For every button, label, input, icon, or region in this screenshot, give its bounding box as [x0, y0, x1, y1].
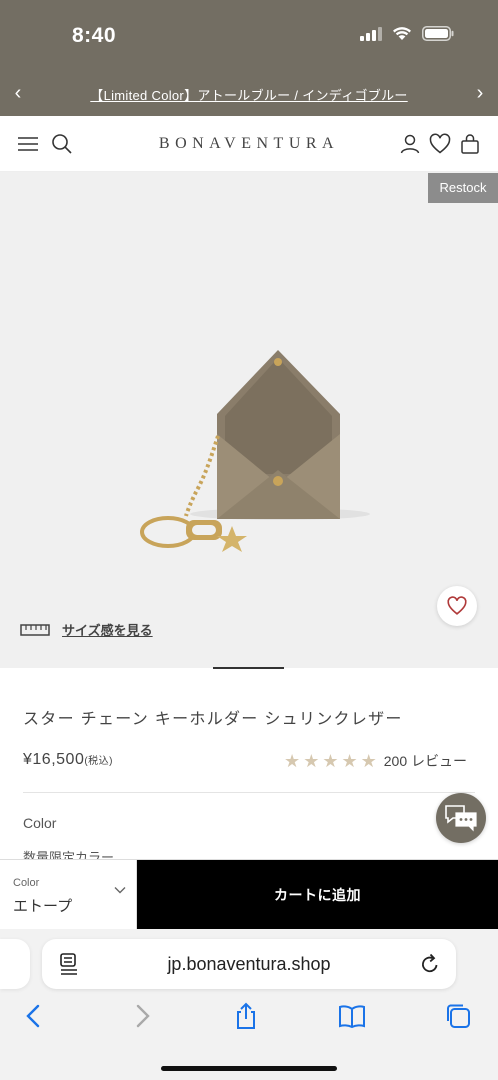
bookmarks-icon[interactable] — [338, 1002, 366, 1030]
star-icon: ★ — [303, 751, 320, 771]
back-icon[interactable] — [20, 1002, 48, 1030]
star-icon: ★ — [360, 751, 377, 771]
battery-icon — [422, 26, 454, 41]
announcement-bar: ‹ 【Limited Color】アトールブルー / インディゴブルー › — [0, 72, 498, 116]
product-info: スター チェーン キーホルダー シュリンクレザー ¥16,500(税込) ★ ★… — [0, 669, 498, 859]
color-select-label: Color — [13, 877, 40, 889]
status-time: 8:40 — [72, 24, 117, 47]
limited-color-label: 数量限定カラー — [23, 850, 115, 859]
address-bar[interactable]: jp.bonaventura.shop — [42, 939, 456, 989]
star-icon: ★ — [341, 751, 358, 771]
product-image — [140, 350, 370, 552]
product-gallery[interactable]: Restock サイズ感を見る — [0, 172, 498, 668]
price-value: ¥16,500 — [23, 751, 85, 768]
star-icon: ★ — [322, 751, 339, 771]
announcement-link[interactable]: 【Limited Color】アトールブルー / インディゴブルー — [0, 85, 498, 104]
sticky-cart-bar: Color エトープ カートに追加 — [0, 859, 498, 929]
wishlist-icon[interactable] — [428, 132, 452, 156]
divider — [23, 792, 475, 793]
chevron-down-icon — [114, 887, 126, 894]
chat-button[interactable] — [436, 793, 486, 843]
url-text[interactable]: jp.bonaventura.shop — [42, 954, 456, 975]
home-indicator — [161, 1066, 337, 1071]
size-guide-label[interactable]: サイズ感を見る — [62, 620, 153, 639]
product-rating[interactable]: ★ ★ ★ ★ ★ 200 レビュー — [284, 751, 467, 771]
add-to-wishlist-button[interactable] — [437, 586, 477, 626]
star-icon: ★ — [284, 751, 301, 771]
site-logo[interactable]: BONAVENTURA — [0, 135, 498, 153]
site-header: BONAVENTURA — [0, 116, 498, 172]
previous-tab-peek[interactable] — [0, 939, 30, 989]
announcement-next-icon[interactable]: › — [468, 82, 492, 105]
share-icon[interactable] — [232, 1002, 260, 1030]
chat-bubbles-icon — [445, 805, 477, 832]
color-select[interactable]: Color エトープ — [0, 860, 137, 929]
cellular-signal-icon — [360, 26, 382, 41]
restock-badge: Restock — [428, 173, 498, 203]
heart-icon — [447, 596, 467, 615]
color-option-label: Color — [23, 815, 57, 831]
product-title: スター チェーン キーホルダー シュリンクレザー — [23, 711, 403, 728]
add-to-cart-button[interactable]: カートに追加 — [137, 860, 498, 929]
product-price: ¥16,500(税込) — [23, 751, 113, 769]
ruler-icon — [20, 623, 50, 636]
tabs-icon[interactable] — [444, 1002, 472, 1030]
status-bar: 8:40 — [0, 0, 498, 72]
color-select-value: エトープ — [13, 898, 73, 915]
account-icon[interactable] — [398, 132, 422, 156]
cart-bag-icon[interactable] — [458, 132, 482, 156]
review-count[interactable]: 200 レビュー — [384, 751, 467, 771]
size-guide-link[interactable]: サイズ感を見る — [20, 620, 153, 639]
status-icons — [360, 26, 454, 41]
price-tax-note: (税込) — [84, 756, 114, 767]
reload-icon[interactable] — [420, 953, 440, 975]
browser-toolbar: jp.bonaventura.shop — [0, 929, 498, 1080]
forward-icon[interactable] — [128, 1002, 156, 1030]
wifi-icon — [393, 27, 411, 40]
